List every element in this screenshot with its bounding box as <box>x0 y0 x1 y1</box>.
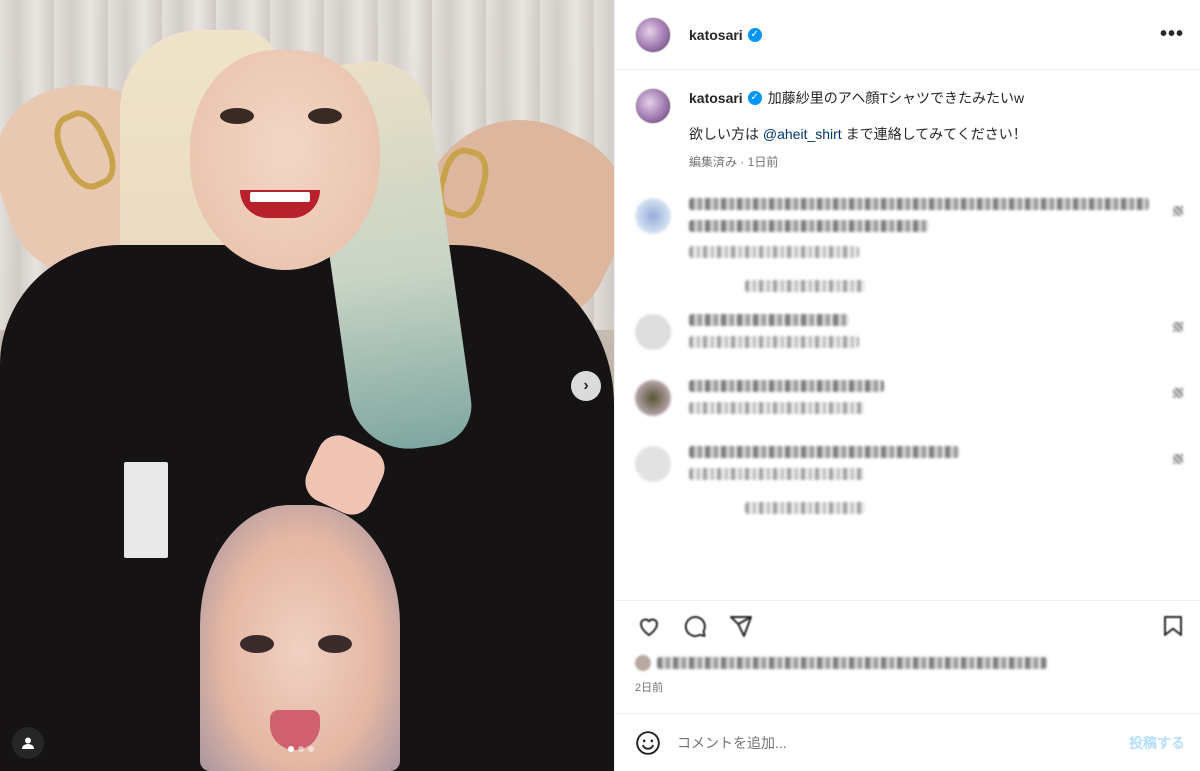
verified-badge-icon: ✓ <box>747 27 762 42</box>
carousel-next-button[interactable]: › <box>571 371 601 401</box>
photo-face <box>190 50 380 270</box>
photo-mouth <box>240 190 320 218</box>
heart-icon[interactable] <box>1173 322 1183 332</box>
print-eye-left <box>240 635 274 653</box>
action-bar <box>615 600 1200 650</box>
print-eye-right <box>318 635 352 653</box>
caption-meta: 編集済み · 1日前 <box>689 155 779 169</box>
post-dialog: › katosari ✓ ••• katosari ✓ 加藤紗里のアヘ顔Tシャツ… <box>0 0 1200 771</box>
blurred-comment-meta <box>689 402 864 414</box>
heart-icon[interactable] <box>1173 388 1183 398</box>
comment-input[interactable] <box>677 727 1129 758</box>
comment-button[interactable] <box>681 612 709 640</box>
share-icon <box>730 615 752 637</box>
blurred-comment-meta <box>689 246 859 258</box>
smiley-icon[interactable] <box>635 730 661 756</box>
like-button[interactable] <box>635 612 663 640</box>
avatar <box>635 655 651 671</box>
avatar[interactable] <box>635 88 671 124</box>
avatar[interactable] <box>635 446 671 482</box>
list-item <box>635 198 1185 292</box>
bookmark-icon <box>1164 615 1182 636</box>
blurred-comment-text <box>689 220 929 232</box>
list-item <box>635 314 1185 358</box>
save-button[interactable] <box>1159 612 1187 640</box>
avatar[interactable] <box>635 314 671 350</box>
blurred-liked-by-text <box>657 657 1047 669</box>
liked-by[interactable] <box>635 655 1047 671</box>
post-date[interactable]: 2日前 <box>635 679 663 695</box>
heart-icon[interactable] <box>1173 206 1183 216</box>
caption-line2-suffix: まで連絡してみてください！ <box>841 126 1027 142</box>
list-item <box>635 446 1185 514</box>
carousel-indicator <box>288 746 314 752</box>
caption-text: 加藤紗里のアヘ顔Tシャツできたみたいw <box>767 90 1025 106</box>
share-button[interactable] <box>727 612 755 640</box>
post-header: katosari ✓ ••• <box>615 0 1200 70</box>
blurred-view-replies <box>745 280 865 292</box>
caption-username[interactable]: katosari <box>689 88 743 108</box>
list-item <box>635 380 1185 424</box>
photo-eye-left <box>220 108 254 124</box>
carousel-dot <box>308 746 314 752</box>
shirt-face-print <box>200 505 400 771</box>
post-caption: katosari ✓ 加藤紗里のアヘ顔Tシャツできたみたいw 欲しい方は @ah… <box>635 88 1185 172</box>
add-comment-bar: 投稿する <box>615 713 1200 771</box>
blurred-comment-text <box>689 314 849 326</box>
avatar[interactable] <box>635 380 671 416</box>
carousel-dot <box>298 746 304 752</box>
post-side-panel: katosari ✓ ••• katosari ✓ 加藤紗里のアヘ顔Tシャツでき… <box>614 0 1200 771</box>
comment-icon <box>684 615 706 637</box>
blurred-comment-text <box>689 446 959 458</box>
blurred-comment-meta <box>689 468 864 480</box>
comments-list[interactable]: katosari ✓ 加藤紗里のアヘ顔Tシャツできたみたいw 欲しい方は @ah… <box>615 70 1200 600</box>
chevron-right-icon: › <box>583 377 589 394</box>
heart-icon <box>639 618 659 636</box>
carousel-dot <box>288 746 294 752</box>
mention-link[interactable]: @aheit_shirt <box>763 126 842 142</box>
post-photo[interactable]: › <box>0 0 614 771</box>
user-tag-icon <box>22 737 34 749</box>
blurred-comment-meta <box>689 336 859 348</box>
heart-icon[interactable] <box>1173 454 1183 464</box>
shirt-chest-print <box>124 462 168 558</box>
photo-eye-right <box>308 108 342 124</box>
caption-line2-prefix: 欲しい方は <box>689 126 763 142</box>
blurred-view-replies <box>745 502 865 514</box>
user-tag-button[interactable] <box>12 727 44 759</box>
print-mouth <box>270 710 320 750</box>
blurred-comment-text <box>689 198 1149 210</box>
avatar[interactable] <box>635 198 671 234</box>
blurred-comment-text <box>689 380 884 392</box>
avatar[interactable] <box>635 16 671 53</box>
more-horizontal-icon[interactable]: ••• <box>1160 23 1184 46</box>
verified-badge-icon: ✓ <box>747 91 762 105</box>
post-comment-button[interactable]: 投稿する <box>1129 733 1185 753</box>
author-username[interactable]: katosari <box>689 27 743 43</box>
